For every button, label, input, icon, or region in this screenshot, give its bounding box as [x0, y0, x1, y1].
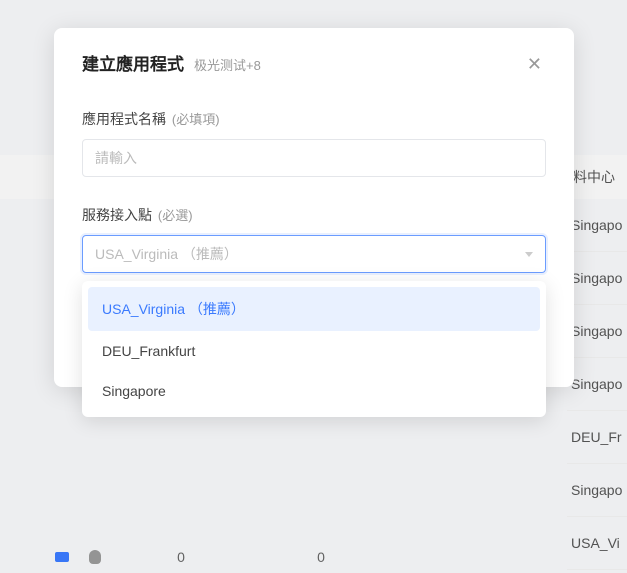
name-label: 應用程式名稱 (必填項)	[82, 109, 546, 129]
modal-header: 建立應用程式 极光测试+8 ✕	[54, 28, 574, 83]
name-label-text: 應用程式名稱	[82, 111, 166, 127]
form-item-endpoint: 服務接入點 (必選) USA_Virginia （推薦） USA_Virgini…	[82, 205, 546, 273]
endpoint-hint: (必選)	[158, 208, 193, 223]
endpoint-label-text: 服務接入點	[82, 207, 152, 223]
endpoint-select[interactable]: USA_Virginia （推薦）	[82, 235, 546, 273]
form-item-name: 應用程式名稱 (必填項)	[82, 109, 546, 177]
app-name-input[interactable]	[82, 139, 546, 177]
endpoint-label: 服務接入點 (必選)	[82, 205, 546, 225]
create-app-modal: 建立應用程式 极光测试+8 ✕ 應用程式名稱 (必填項) 服務接入點 (必選) …	[54, 28, 574, 387]
name-hint: (必填項)	[172, 112, 220, 127]
chevron-down-icon	[525, 252, 533, 257]
dropdown-option[interactable]: DEU_Frankfurt	[88, 331, 540, 371]
close-icon[interactable]: ✕	[523, 53, 546, 75]
dropdown-option[interactable]: Singapore	[88, 371, 540, 411]
modal-subtitle: 极光测试+8	[194, 55, 261, 74]
endpoint-dropdown: USA_Virginia （推薦）DEU_FrankfurtSingapore	[82, 281, 546, 417]
dropdown-option[interactable]: USA_Virginia （推薦）	[88, 287, 540, 331]
modal-body: 應用程式名稱 (必填項) 服務接入點 (必選) USA_Virginia （推薦…	[54, 83, 574, 311]
modal-title: 建立應用程式	[82, 50, 184, 75]
endpoint-select-value: USA_Virginia （推薦）	[95, 244, 238, 264]
